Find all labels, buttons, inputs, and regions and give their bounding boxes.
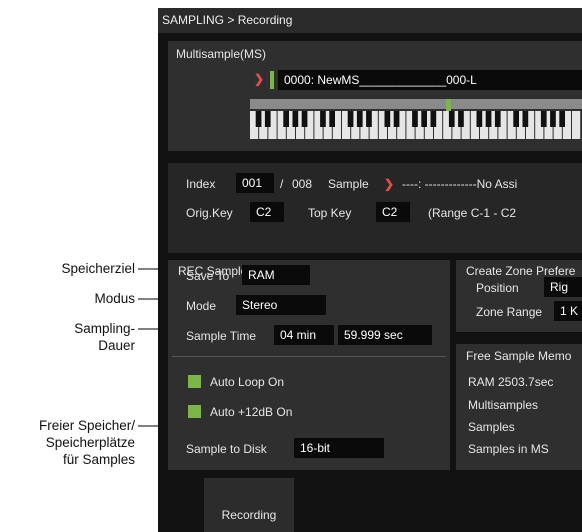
auto-12db-label[interactable]: Auto +12dB On bbox=[210, 405, 292, 419]
multisample-section-title: Multisample(MS) bbox=[176, 47, 267, 61]
sample-chevron-right-icon[interactable]: ❯ bbox=[384, 177, 394, 191]
black-key bbox=[366, 111, 372, 127]
black-key bbox=[485, 111, 492, 127]
black-key bbox=[550, 111, 556, 127]
black-key bbox=[430, 111, 437, 127]
black-key bbox=[393, 111, 400, 127]
white-key bbox=[572, 111, 581, 139]
black-key bbox=[421, 111, 428, 127]
sample-label: Sample bbox=[328, 177, 369, 191]
ram-free: RAM 2503.7sec bbox=[468, 375, 554, 389]
black-key bbox=[320, 111, 326, 127]
position-label: Position bbox=[476, 281, 519, 295]
origkey-value[interactable]: C2 bbox=[250, 202, 284, 222]
free-memory-title: Free Sample Memo bbox=[466, 349, 572, 363]
sample-time-min[interactable]: 04 min bbox=[274, 325, 334, 345]
black-key bbox=[513, 111, 520, 127]
keyboard-zone-bar bbox=[250, 99, 582, 109]
sampling-screen: SAMPLING > Recording Multisample(MS) ❯ 0… bbox=[158, 8, 582, 532]
multisample-select[interactable]: 0000: NewMS_____________000-L bbox=[278, 70, 582, 90]
samples-count: Samples bbox=[468, 420, 515, 434]
black-key bbox=[476, 111, 483, 127]
index-separator: / bbox=[280, 177, 284, 191]
save-to-label: Save To bbox=[186, 269, 230, 283]
multisample-panel: Multisample(MS) ❯ 0000: NewMS___________… bbox=[168, 41, 582, 151]
sample-to-disk-label: Sample to Disk bbox=[186, 442, 267, 456]
black-key bbox=[494, 111, 501, 127]
zone-prefs-title: Create Zone Prefere bbox=[466, 264, 576, 278]
index-label: Index bbox=[186, 177, 216, 191]
black-key bbox=[329, 111, 336, 127]
black-key bbox=[301, 111, 308, 127]
origkey-label: Orig.Key bbox=[186, 206, 233, 220]
black-key bbox=[283, 111, 290, 127]
black-key bbox=[458, 111, 464, 127]
multisample-color-marker bbox=[270, 71, 274, 89]
black-key bbox=[448, 111, 455, 127]
auto-12db-checkbox[interactable] bbox=[188, 405, 201, 418]
black-key bbox=[559, 111, 566, 127]
sample-time-label: Sample Time bbox=[186, 329, 257, 343]
topkey-label: Top Key bbox=[308, 206, 352, 220]
breadcrumb: SAMPLING > Recording bbox=[158, 8, 582, 33]
index-value[interactable]: 001 bbox=[236, 173, 274, 193]
zone-range-select[interactable]: 1 K bbox=[554, 301, 582, 321]
sample-to-disk-select[interactable]: 16-bit bbox=[294, 438, 384, 458]
black-key bbox=[255, 111, 262, 127]
auto-loop-checkbox[interactable] bbox=[188, 375, 201, 388]
black-key bbox=[522, 111, 529, 127]
rec-setup-divider bbox=[172, 356, 446, 357]
multisamples-count: Multisamples bbox=[468, 398, 539, 412]
position-select[interactable]: Rig bbox=[544, 277, 582, 297]
range-text: (Range C-1 - C2 bbox=[428, 206, 517, 220]
keyboard-graphic bbox=[250, 111, 581, 139]
samples-in-ms-count: Samples in MS bbox=[468, 442, 549, 456]
black-key bbox=[384, 111, 391, 127]
chevron-right-icon[interactable]: ❯ bbox=[254, 72, 264, 86]
mode-label: Mode bbox=[186, 299, 217, 313]
black-key bbox=[292, 111, 299, 127]
index-total: 008 bbox=[292, 177, 313, 191]
tab-recording[interactable]: Recording bbox=[204, 478, 294, 532]
black-key bbox=[356, 111, 363, 127]
black-key bbox=[540, 111, 547, 127]
black-key bbox=[347, 111, 354, 127]
black-key bbox=[264, 111, 271, 127]
sample-time-sec[interactable]: 59.999 sec bbox=[338, 325, 432, 345]
tab-recording-label[interactable]: Recording bbox=[204, 508, 294, 522]
save-to-select[interactable]: RAM bbox=[242, 265, 310, 285]
sample-value[interactable]: ----: -------------No Assi bbox=[402, 177, 517, 191]
mode-select[interactable]: Stereo bbox=[236, 295, 326, 315]
topkey-value[interactable]: C2 bbox=[376, 202, 410, 222]
auto-loop-label[interactable]: Auto Loop On bbox=[210, 375, 284, 389]
black-key bbox=[412, 111, 418, 127]
zone-range-label: Zone Range bbox=[476, 305, 543, 319]
